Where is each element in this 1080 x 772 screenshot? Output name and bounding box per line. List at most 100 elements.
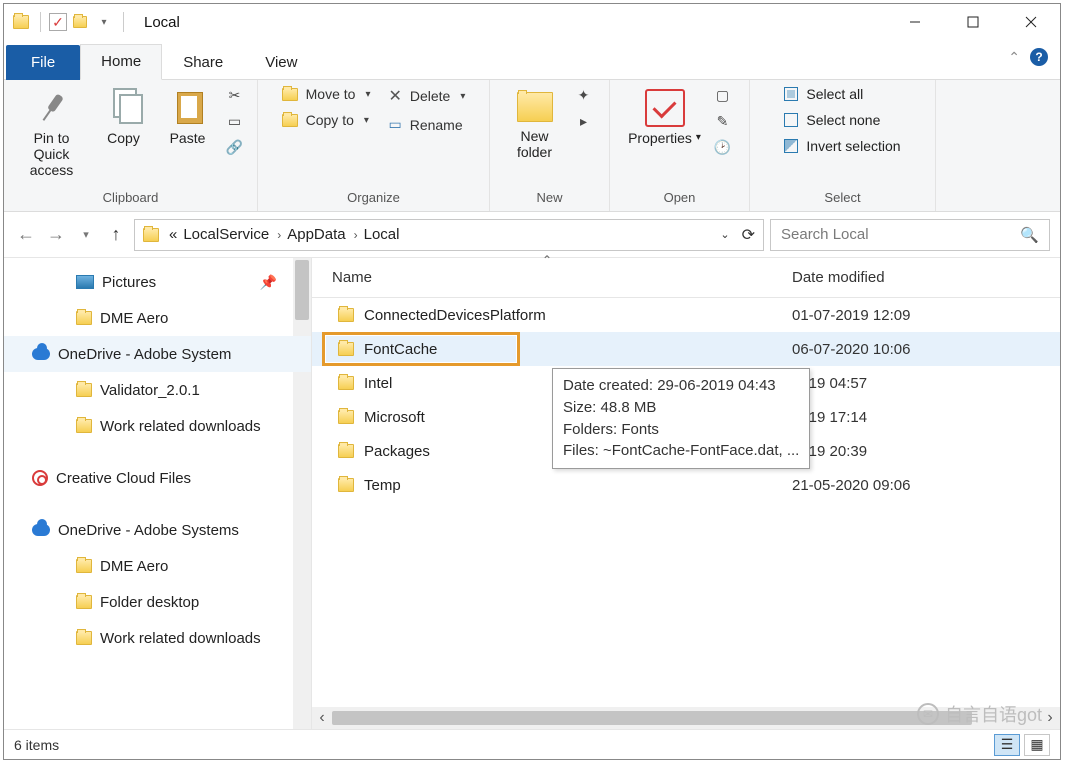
folder-icon: [143, 228, 159, 242]
table-row[interactable]: FontCache06-07-2020 10:06: [312, 332, 1060, 366]
tab-view[interactable]: View: [244, 45, 318, 80]
column-header-name[interactable]: Name: [312, 269, 782, 286]
separator: [40, 12, 41, 32]
paste-button[interactable]: Paste: [160, 86, 216, 146]
tree-item-label: Creative Cloud Files: [56, 470, 191, 487]
tree-item[interactable]: Work related downloads: [4, 408, 311, 444]
table-row[interactable]: Temp21-05-2020 09:06: [312, 468, 1060, 502]
pin-icon: [28, 84, 75, 131]
properties-icon: [645, 89, 685, 127]
new-folder-button[interactable]: New folder: [505, 86, 565, 160]
forward-button[interactable]: →: [44, 223, 68, 247]
tree-item-label: Work related downloads: [100, 418, 261, 435]
tree-item[interactable]: Creative Cloud Files: [4, 460, 311, 496]
ribbon-group-clipboard: Pin to Quick access Copy Paste ✂ ▭ 🔗 Cli…: [4, 80, 258, 211]
pic-icon: [76, 275, 94, 289]
window-controls: [886, 4, 1060, 40]
paste-label: Paste: [170, 130, 206, 146]
edit-icon[interactable]: ✎: [712, 112, 734, 130]
tree-item-label: OneDrive - Adobe System: [58, 346, 231, 363]
invert-selection-button[interactable]: Invert selection: [784, 138, 900, 154]
breadcrumb-item[interactable]: LocalService›: [183, 226, 281, 243]
tree-item[interactable]: Validator_2.0.1: [4, 372, 311, 408]
tab-share[interactable]: Share: [162, 45, 244, 80]
tree-item[interactable]: DME Aero: [4, 300, 311, 336]
new-item-icon[interactable]: ✦: [573, 86, 595, 104]
breadcrumb-item[interactable]: AppData›: [287, 226, 357, 243]
file-list-area: ⌃ Name Date modified ConnectedDevicesPla…: [312, 258, 1060, 729]
item-count: 6 items: [14, 737, 59, 753]
search-input[interactable]: Search Local 🔍: [770, 219, 1050, 251]
back-button[interactable]: ←: [14, 223, 38, 247]
tree-item[interactable]: [4, 444, 311, 460]
search-placeholder: Search Local: [781, 226, 869, 243]
navigation-tree[interactable]: Pictures📌 DME Aero OneDrive - Adobe System…: [4, 258, 312, 729]
folder-small-icon[interactable]: [69, 11, 91, 33]
folder-icon: [76, 631, 92, 645]
tree-item-label: DME Aero: [100, 558, 168, 575]
breadcrumb-item[interactable]: Local: [364, 226, 400, 243]
delete-button[interactable]: ✕Delete▾: [388, 86, 465, 106]
copy-icon: [107, 88, 141, 128]
chevron-down-icon: ▾: [460, 91, 465, 102]
easy-access-icon[interactable]: ▸: [573, 112, 595, 130]
checkbox-icon[interactable]: ✓: [49, 13, 67, 31]
properties-button[interactable]: Properties▾: [626, 86, 704, 146]
file-name: Intel: [364, 375, 392, 392]
refresh-button[interactable]: ⟳: [742, 225, 755, 245]
tree-item[interactable]: Folder desktop: [4, 584, 311, 620]
tab-home[interactable]: Home: [80, 44, 162, 80]
tree-item[interactable]: DME Aero: [4, 548, 311, 584]
select-none-button[interactable]: Select none: [784, 112, 900, 128]
rename-button[interactable]: ▭Rename: [388, 116, 465, 133]
file-list[interactable]: ConnectedDevicesPlatform01-07-2019 12:09…: [312, 298, 1060, 707]
maximize-button[interactable]: [944, 4, 1002, 40]
copyto-icon: [282, 114, 298, 127]
tree-item[interactable]: OneDrive - Adobe System: [4, 336, 311, 372]
cut-icon[interactable]: ✂: [224, 86, 246, 104]
folder-icon: [338, 478, 354, 492]
view-thumbnails-button[interactable]: ▦: [1024, 734, 1050, 756]
copy-button[interactable]: Copy: [96, 86, 152, 146]
close-button[interactable]: [1002, 4, 1060, 40]
open-icon[interactable]: ▢: [712, 86, 734, 104]
scroll-right-icon[interactable]: ›: [1040, 709, 1060, 727]
copy-path-icon[interactable]: ▭: [224, 112, 246, 130]
group-label: Clipboard: [103, 187, 159, 209]
tab-file[interactable]: File: [6, 45, 80, 80]
table-row[interactable]: ConnectedDevicesPlatform01-07-2019 12:09: [312, 298, 1060, 332]
select-all-button[interactable]: Select all: [784, 86, 900, 102]
group-label: Open: [664, 187, 696, 209]
invert-icon: [784, 139, 798, 153]
up-button[interactable]: ↑: [104, 223, 128, 247]
paste-shortcut-icon[interactable]: 🔗: [224, 138, 246, 156]
horizontal-scrollbar[interactable]: ‹ ›: [312, 707, 1060, 729]
qat-dropdown-icon[interactable]: ▾: [93, 11, 115, 33]
tree-item-label: Folder desktop: [100, 594, 199, 611]
address-dropdown-icon[interactable]: ⌄: [720, 228, 729, 241]
address-bar[interactable]: « LocalService› AppData› Local ⌄ ⟳: [134, 219, 764, 251]
view-details-button[interactable]: ☰: [994, 734, 1020, 756]
help-icon[interactable]: ?: [1030, 48, 1048, 66]
history-icon[interactable]: 🕑: [712, 138, 734, 156]
delete-icon: ✕: [388, 86, 401, 106]
collapse-ribbon-icon[interactable]: ⌃: [1008, 49, 1020, 66]
tree-item[interactable]: Work related downloads: [4, 620, 311, 656]
ribbon-corner: ⌃ ?: [1008, 48, 1048, 66]
group-label: Select: [824, 187, 860, 209]
minimize-button[interactable]: [886, 4, 944, 40]
pin-quick-access-button[interactable]: Pin to Quick access: [16, 86, 88, 178]
scrollbar-thumb[interactable]: [332, 711, 972, 725]
tree-item-label: DME Aero: [100, 310, 168, 327]
tree-item[interactable]: OneDrive - Adobe Systems: [4, 512, 311, 548]
ribbon-group-new: New folder ✦ ▸ New: [490, 80, 610, 211]
copy-to-button[interactable]: Copy to▾: [282, 112, 371, 128]
tree-item[interactable]: Pictures📌: [4, 264, 311, 300]
scroll-left-icon[interactable]: ‹: [312, 709, 332, 727]
column-header-date[interactable]: Date modified: [782, 269, 885, 286]
move-to-button[interactable]: Move to▾: [282, 86, 371, 102]
pin-icon: 📌: [260, 274, 277, 291]
recent-dropdown-icon[interactable]: ▾: [74, 223, 98, 247]
tree-item[interactable]: [4, 496, 311, 512]
tooltip: Date created: 29-06-2019 04:43 Size: 48.…: [552, 368, 810, 469]
